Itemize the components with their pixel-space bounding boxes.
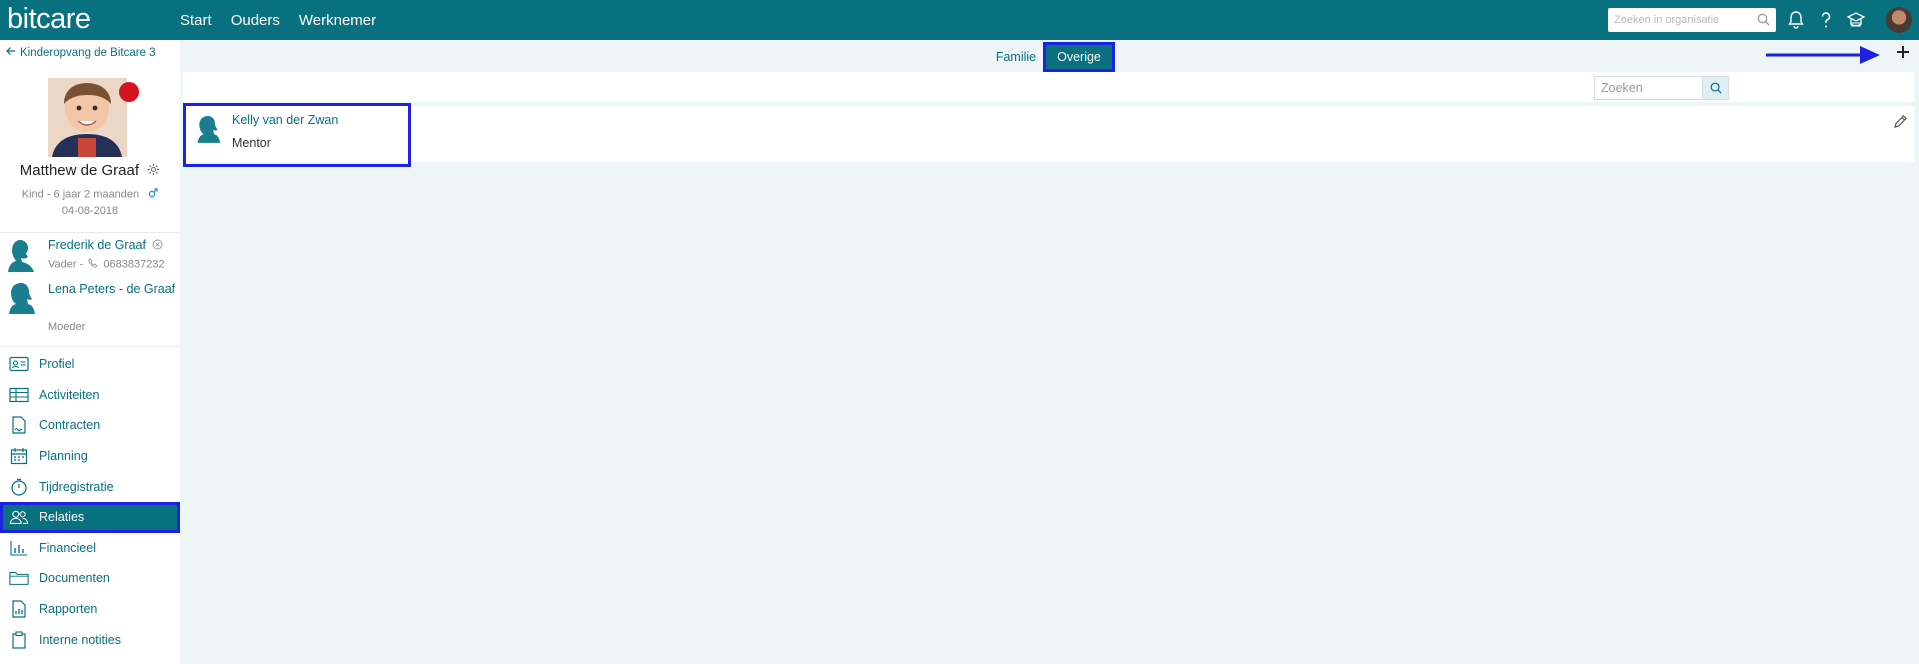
child-birthdate: 04-08-2018 (61, 205, 119, 217)
phone-icon (88, 258, 98, 271)
sidebar-item-financieel[interactable]: Financieel (0, 533, 180, 564)
sidebar-item-activiteiten[interactable]: Activiteiten (0, 380, 180, 411)
sidebar-item-label: Rapporten (39, 602, 98, 617)
sidebar-item-label: Financieel (39, 540, 96, 555)
search-icon (1710, 82, 1722, 94)
search-icon[interactable] (1757, 13, 1770, 29)
user-avatar[interactable] (1886, 7, 1912, 33)
calendar-icon (9, 447, 29, 465)
sidebar: Kinderopvang de Bitcare 3 Matthew de Gra… (0, 40, 180, 664)
add-relation-button[interactable] (1895, 44, 1911, 60)
back-link-label: Kinderopvang de Bitcare 3 (20, 46, 156, 59)
sidebar-item-label: Documenten (39, 571, 110, 586)
organisation-search (1608, 8, 1776, 32)
child-meta: Kind - 6 jaar 2 maanden (0, 188, 180, 201)
divider (0, 346, 180, 347)
pencil-icon[interactable] (1892, 114, 1908, 130)
clipboard-icon (9, 631, 29, 649)
report-icon (9, 600, 29, 618)
tab-overige[interactable]: Overige (1043, 42, 1115, 72)
highlight-annotation (183, 103, 411, 167)
person-silhouette-icon (6, 280, 36, 319)
sidebar-item-relaties[interactable]: Relaties (0, 501, 180, 533)
sidebar-item-label: Relaties (39, 510, 85, 525)
tab-familie[interactable]: Familie (991, 45, 1041, 69)
parent-role-text: Vader - (48, 258, 84, 271)
contract-icon (9, 416, 29, 435)
top-navigation: Start Ouders Werknemer (180, 0, 395, 40)
nav-werknemer[interactable]: Werknemer (299, 12, 376, 29)
parent-name[interactable]: Lena Peters - de Graaf (48, 280, 176, 298)
parent-role: Vader - 0683837232 (48, 258, 165, 271)
sidebar-item-label: Activiteiten (39, 387, 100, 402)
search-button[interactable] (1703, 76, 1729, 100)
bar-chart-icon (9, 539, 29, 557)
sidebar-item-label: Interne notities (39, 632, 121, 647)
child-age: Kind - 6 jaar 2 maanden (21, 188, 140, 201)
sidebar-item-documenten[interactable]: Documenten (0, 563, 180, 594)
relation-tabs: Familie Overige (180, 40, 1919, 72)
child-photo (48, 78, 127, 157)
parent-name[interactable]: Frederik de Graaf (48, 236, 176, 255)
parent-phone[interactable]: 0683837232 (103, 258, 164, 270)
sidebar-item-rapporten[interactable]: Rapporten (0, 594, 180, 625)
top-bar: bitcare Start Ouders Werknemer (0, 0, 1919, 40)
search-input[interactable] (1595, 77, 1702, 99)
sidebar-item-interne-notities[interactable]: Interne notities (0, 624, 180, 655)
sidebar-item-label: Planning (39, 449, 88, 464)
sidebar-item-profiel[interactable]: Profiel (0, 349, 180, 380)
parent-name-text: Frederik de Graaf (48, 238, 146, 252)
relation-row (183, 106, 1914, 162)
stopwatch-icon (9, 478, 29, 496)
status-indicator (119, 82, 139, 102)
sidebar-item-tijdregistratie[interactable]: Tijdregistratie (0, 471, 180, 502)
nav-start[interactable]: Start (180, 12, 212, 29)
gear-icon[interactable] (147, 163, 160, 180)
academy-cap-icon[interactable] (1846, 10, 1866, 30)
sidebar-item-contracten[interactable]: Contracten (0, 410, 180, 441)
child-name: Matthew de Graaf (0, 162, 180, 180)
organisation-search-input[interactable] (1608, 8, 1748, 32)
male-icon (148, 188, 158, 201)
bell-icon[interactable] (1786, 10, 1806, 30)
id-card-icon (9, 355, 29, 373)
table-icon (9, 386, 29, 404)
folder-icon (9, 569, 29, 587)
sidebar-item-label: Tijdregistratie (39, 479, 114, 494)
remove-icon[interactable] (152, 237, 163, 255)
sidebar-item-label: Profiel (39, 357, 75, 372)
back-link[interactable]: Kinderopvang de Bitcare 3 (6, 46, 156, 59)
sidebar-item-label: Contracten (39, 418, 101, 433)
arrow-right-annotation-icon (1766, 46, 1880, 64)
person-silhouette-icon (6, 236, 36, 275)
search-field (1594, 76, 1703, 100)
arrow-left-icon (6, 46, 16, 59)
people-icon (9, 508, 29, 526)
child-name-text: Matthew de Graaf (19, 162, 140, 179)
divider (0, 232, 180, 233)
sidebar-item-planning[interactable]: Planning (0, 441, 180, 472)
plus-icon (1897, 46, 1909, 58)
sidebar-menu: Profiel Activiteiten Contracten Planning… (0, 349, 180, 655)
help-icon[interactable] (1816, 10, 1836, 30)
nav-ouders[interactable]: Ouders (231, 12, 280, 29)
bitcare-logo[interactable]: bitcare (7, 3, 91, 35)
parent-role: Moeder (48, 321, 86, 333)
